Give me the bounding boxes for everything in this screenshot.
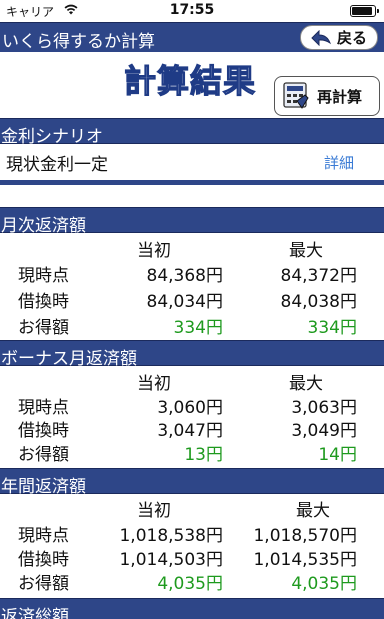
bonus-current-max: 3,063円: [291, 398, 357, 418]
column-header-max: 最大: [289, 374, 323, 394]
annual-savings-max: 4,035円: [291, 574, 357, 594]
row-label-refinance: 借換時: [18, 550, 69, 570]
bonus-current-initial: 3,060円: [157, 398, 223, 418]
calculator-icon: [283, 82, 309, 109]
row-label-savings: お得額: [18, 318, 69, 338]
monthly-current-max: 84,372円: [280, 266, 357, 286]
battery-icon: [350, 5, 379, 17]
annual-savings-initial: 4,035円: [157, 574, 223, 594]
detail-link[interactable]: 詳細: [324, 152, 354, 173]
column-header-initial: 当初: [137, 374, 171, 394]
nav-bar: いくら得するか計算 戻る: [0, 22, 384, 52]
annual-refinance-max: 1,014,535円: [253, 550, 357, 570]
monthly-savings-initial: 334円: [173, 318, 223, 338]
scenario-value: 現状金利一定: [6, 155, 108, 175]
row-label-current: 現時点: [18, 526, 69, 546]
back-label: 戻る: [336, 29, 367, 47]
recalc-button[interactable]: 再計算: [274, 76, 380, 116]
total-section-title: 返済総額: [1, 607, 69, 619]
monthly-section-title: 月次返済額: [1, 216, 86, 236]
row-label-current: 現時点: [18, 398, 69, 418]
bonus-section-header: ボーナス月返済額: [0, 340, 384, 369]
monthly-current-initial: 84,368円: [146, 266, 223, 286]
scenario-section-header: 金利シナリオ: [0, 118, 384, 147]
bonus-section-title: ボーナス月返済額: [1, 349, 137, 369]
bonus-refinance-initial: 3,047円: [157, 421, 223, 441]
result-title: 計算結果: [123, 61, 257, 100]
annual-section-title: 年間返済額: [1, 477, 86, 497]
annual-refinance-initial: 1,014,503円: [119, 550, 223, 570]
monthly-savings-max: 334円: [307, 318, 357, 338]
back-button[interactable]: 戻る: [300, 25, 378, 50]
annual-current-initial: 1,018,538円: [119, 526, 223, 546]
row-label-refinance: 借換時: [18, 292, 69, 312]
column-header-max: 最大: [296, 501, 330, 521]
clock: 17:55: [169, 2, 215, 18]
annual-current-max: 1,018,570円: [253, 526, 357, 546]
bonus-savings-initial: 13円: [184, 445, 223, 465]
recalc-label: 再計算: [317, 87, 363, 106]
row-label-savings: お得額: [18, 574, 69, 594]
bonus-refinance-max: 3,049円: [291, 421, 357, 441]
bonus-savings-max: 14円: [318, 445, 357, 465]
divider-bar: [0, 180, 384, 185]
status-bar: キャリア 17:55: [0, 0, 384, 22]
row-label-refinance: 借換時: [18, 421, 69, 441]
back-arrow-icon: [311, 29, 331, 46]
scenario-row[interactable]: 現状金利一定 詳細: [0, 144, 384, 180]
monthly-refinance-max: 84,038円: [280, 292, 357, 312]
row-label-savings: お得額: [18, 445, 69, 465]
column-header-max: 最大: [289, 241, 323, 261]
nav-title: いくら得するか計算: [2, 32, 155, 52]
row-label-current: 現時点: [18, 266, 69, 286]
result-header: 計算結果 再計算: [0, 52, 384, 118]
column-header-initial: 当初: [137, 241, 171, 261]
annual-section-header: 年間返済額: [0, 468, 384, 497]
total-section-header: 返済総額: [0, 598, 384, 619]
monthly-refinance-initial: 84,034円: [146, 292, 223, 312]
column-header-initial: 当初: [137, 501, 171, 521]
monthly-section-header: 月次返済額: [0, 207, 384, 236]
